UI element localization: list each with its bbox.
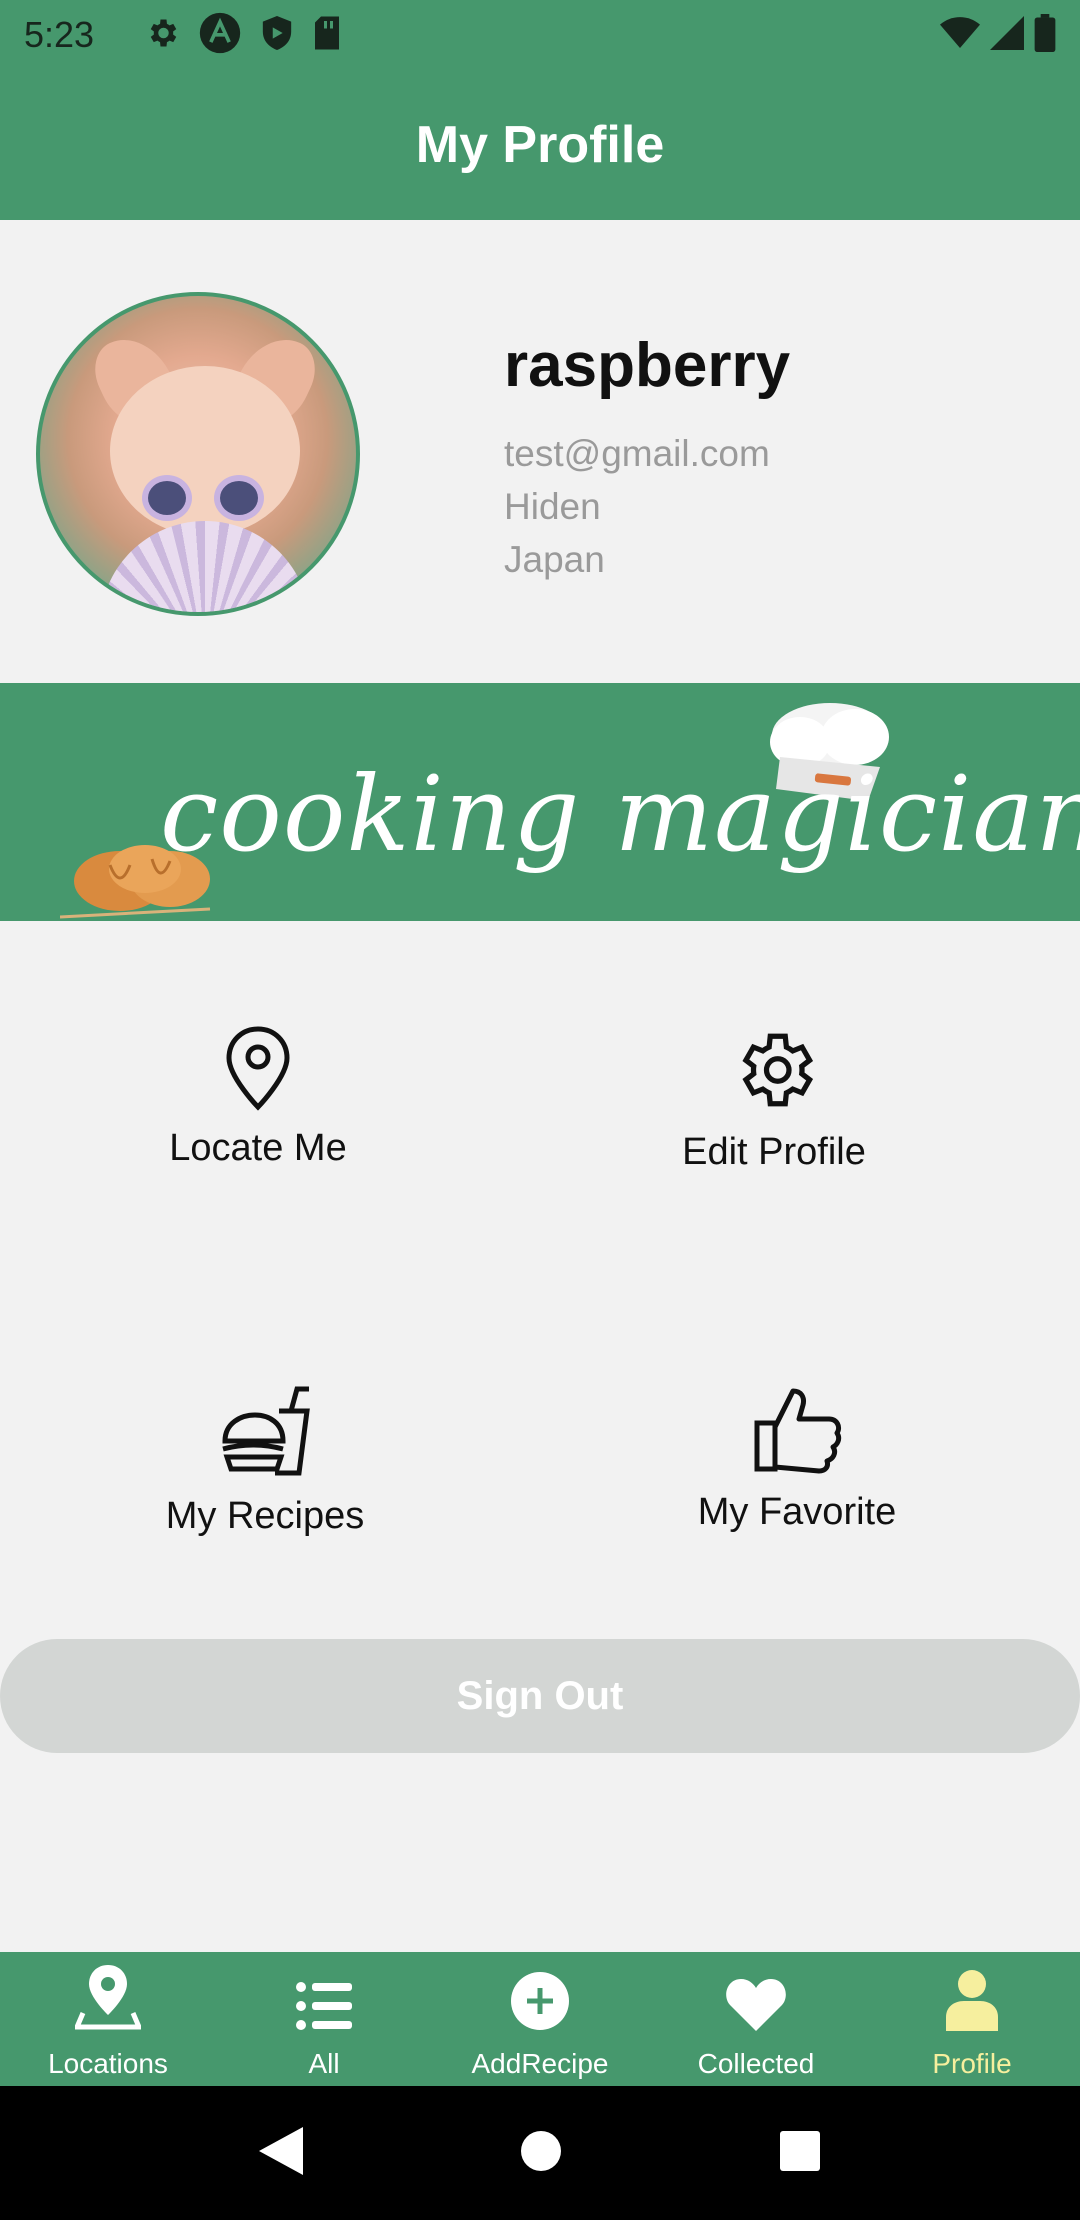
battery-icon	[1034, 13, 1056, 57]
my-recipes-label: My Recipes	[165, 1495, 365, 1537]
slogan-banner: cooking magician	[0, 683, 1080, 921]
nav-item-collected[interactable]: Collected	[648, 1952, 864, 2086]
profile-info: raspberry test@gmail.com Hiden Japan	[504, 330, 790, 586]
nav-label-locations: Locations	[48, 2048, 168, 2079]
list-icon	[296, 1981, 352, 2048]
page-title: My Profile	[415, 116, 665, 174]
my-favorite-button[interactable]: My Favorite	[697, 1383, 897, 1534]
signal-icon	[990, 15, 1024, 55]
location-pin-icon	[73, 1963, 143, 2048]
avatar-art-eye	[148, 481, 186, 515]
home-icon[interactable]	[520, 2130, 562, 2177]
avatar-art-fan	[100, 521, 310, 612]
nav-item-all[interactable]: All	[216, 1952, 432, 2086]
nav-item-profile[interactable]: Profile	[864, 1952, 1080, 2086]
my-favorite-label: My Favorite	[697, 1491, 897, 1533]
banner-slogan: cooking magician	[160, 753, 1080, 875]
gear-icon	[729, 1025, 819, 1131]
locate-me-button[interactable]: Locate Me	[158, 1025, 358, 1170]
profile-country: Japan	[504, 539, 605, 580]
wifi-icon	[940, 16, 980, 55]
edit-profile-label: Edit Profile	[682, 1131, 866, 1173]
locate-me-label: Locate Me	[169, 1127, 347, 1169]
nav-label-collected: Collected	[697, 2048, 815, 2079]
profile-email: test@gmail.com	[504, 433, 770, 474]
app-bar: My Profile	[0, 70, 1080, 220]
profile-header: raspberry test@gmail.com Hiden Japan	[0, 220, 1080, 683]
android-icon	[198, 11, 242, 60]
croissant-icon	[59, 831, 230, 921]
profile-menu: Locate Me Edit Profile My Recipes My Fav…	[0, 921, 1080, 1641]
settings-icon	[144, 15, 180, 56]
nav-label-profile: Profile	[932, 2048, 1012, 2079]
nav-item-addrecipe[interactable]: AddRecipe	[432, 1952, 648, 2086]
status-time: 5:23	[24, 14, 95, 55]
edit-profile-button[interactable]: Edit Profile	[674, 1025, 874, 1174]
system-nav-bar	[0, 2086, 1080, 2220]
sd-card-icon	[312, 15, 342, 56]
nav-label-all: All	[308, 2048, 340, 2079]
profile-gender: Hiden	[504, 486, 601, 527]
person-icon	[944, 1969, 1000, 2048]
thumbs-up-icon	[751, 1383, 843, 1491]
profile-name: raspberry	[504, 331, 791, 400]
bottom-nav: Locations All AddRecipe Collected Profil…	[0, 1952, 1080, 2086]
back-icon[interactable]	[258, 2126, 303, 2180]
location-pin-icon	[223, 1025, 293, 1127]
avatar-art-eye	[220, 481, 258, 515]
shield-icon	[260, 14, 294, 57]
heart-icon	[725, 1977, 787, 2048]
sign-out-button[interactable]: Sign Out	[0, 1639, 1080, 1753]
burger-drink-icon	[217, 1383, 313, 1495]
status-bar: 5:23	[0, 0, 1080, 70]
avatar-art-face	[110, 366, 300, 536]
my-recipes-button[interactable]: My Recipes	[165, 1383, 365, 1538]
recents-icon[interactable]	[779, 2130, 821, 2177]
avatar[interactable]	[36, 292, 360, 616]
nav-item-locations[interactable]: Locations	[0, 1952, 216, 2086]
add-circle-icon	[510, 1971, 570, 2048]
nav-label-addrecipe: AddRecipe	[471, 2048, 609, 2079]
